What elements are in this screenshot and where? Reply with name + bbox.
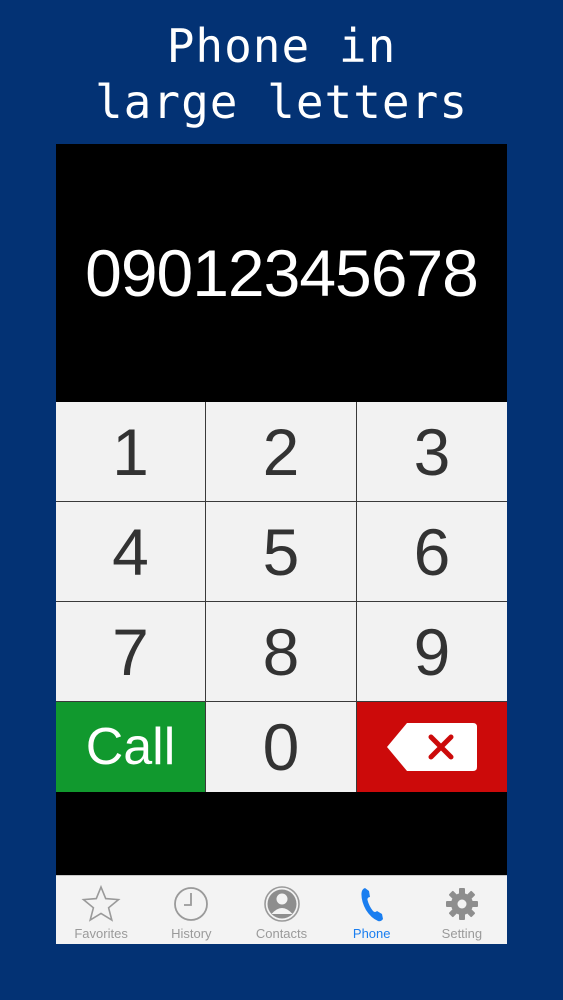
call-button[interactable]: Call (56, 702, 206, 792)
tab-label-phone: Phone (352, 926, 391, 941)
key-8[interactable]: 8 (206, 602, 357, 702)
delete-button[interactable] (357, 702, 507, 792)
star-icon (81, 884, 121, 924)
tab-label-contacts: Contacts (255, 926, 308, 941)
clock-icon (171, 884, 211, 924)
key-7[interactable]: 7 (56, 602, 206, 702)
tab-phone[interactable]: Phone (327, 876, 417, 944)
app-headline: Phone in large letters (0, 18, 563, 130)
contact-icon (262, 884, 302, 924)
key-3[interactable]: 3 (357, 402, 507, 502)
tab-history[interactable]: History (146, 876, 236, 944)
key-6[interactable]: 6 (357, 502, 507, 602)
headline-line-2: large letters (94, 75, 469, 129)
key-4[interactable]: 4 (56, 502, 206, 602)
tab-label-favorites: Favorites (74, 926, 128, 941)
phone-icon (352, 884, 392, 924)
tab-setting[interactable]: Setting (417, 876, 507, 944)
keypad: 1 2 3 4 5 6 7 8 9 Call 0 (56, 402, 507, 792)
key-9[interactable]: 9 (357, 602, 507, 702)
headline-line-1: Phone in (166, 19, 397, 73)
key-5[interactable]: 5 (206, 502, 357, 602)
tab-contacts[interactable]: Contacts (236, 876, 326, 944)
tab-label-history: History (171, 926, 212, 941)
tab-bar: Favorites History Contacts Phone Setting (56, 875, 507, 944)
gear-icon (442, 884, 482, 924)
key-2[interactable]: 2 (206, 402, 357, 502)
tab-label-setting: Setting (441, 926, 483, 941)
key-1[interactable]: 1 (56, 402, 206, 502)
number-display: 09012345678 (85, 236, 479, 310)
key-0[interactable]: 0 (206, 702, 357, 792)
backspace-icon (387, 723, 477, 771)
phone-screen: 09012345678 1 2 3 4 5 6 7 8 9 Call 0 Fav… (56, 144, 507, 944)
tab-favorites[interactable]: Favorites (56, 876, 146, 944)
